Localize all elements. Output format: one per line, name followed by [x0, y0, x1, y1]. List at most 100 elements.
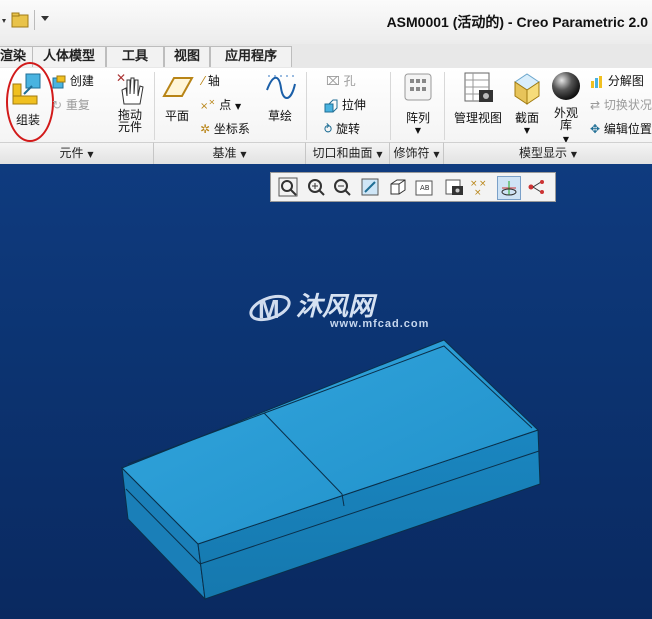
create-button[interactable]: 创建 — [52, 72, 94, 89]
point-dropdown-icon[interactable]: ▼ — [235, 102, 241, 111]
create-label: 创建 — [69, 74, 94, 88]
group-dropdown-icon: ▼ — [570, 150, 577, 159]
assembly-model[interactable] — [0, 164, 652, 619]
plane-icon — [162, 77, 194, 97]
title-bar: ASM0001 (活动的) - Creo Parametric 2.0 — [0, 0, 652, 45]
hole-icon: ⌧ — [326, 74, 340, 88]
repeat-button[interactable]: ↻ 重复 — [52, 96, 90, 113]
highlight-circle — [6, 62, 54, 142]
edit-position-label: 编辑位置 — [603, 122, 652, 136]
zoom-in-icon[interactable] — [305, 176, 327, 198]
pattern-button[interactable]: 阵列 ▼ — [398, 70, 438, 135]
revolve-button[interactable]: ⥁ 旋转 — [324, 120, 360, 137]
watermark-logo: M — [249, 294, 291, 324]
qa-separator — [34, 10, 35, 30]
separator — [306, 72, 307, 140]
tab-tools[interactable]: 工具 — [106, 46, 164, 67]
group-datum-label: 基准 — [212, 146, 237, 160]
saved-views-icon[interactable]: AB — [413, 176, 435, 198]
section-icon — [514, 73, 540, 105]
toggle-state-button[interactable]: ⇄ 切换状况 — [590, 96, 652, 113]
svg-text:×: × — [474, 188, 482, 198]
group-cut-label: 切口和曲面 — [312, 146, 373, 160]
section-button[interactable]: 截面 ▼ — [510, 70, 544, 135]
point-button[interactable]: ×× 点 ▼ — [200, 96, 241, 113]
exploded-view-icon — [591, 75, 602, 88]
group-component[interactable]: 元件 ▼ — [0, 142, 154, 164]
hole-label: 孔 — [343, 74, 356, 88]
pattern-label: 阵列 — [405, 111, 430, 125]
appearance-label: 外观 库 — [553, 106, 578, 132]
zoom-fit-icon[interactable] — [277, 176, 299, 198]
point-icon: ×× — [200, 96, 216, 112]
qa-dropdown-icon[interactable] — [40, 15, 50, 23]
revolve-icon: ⥁ — [324, 122, 333, 136]
toggle-state-icon: ⇄ — [590, 98, 601, 112]
drag-components-button[interactable]: ✕ 拖动 元件 — [108, 70, 152, 133]
manage-views-label: 管理视图 — [453, 111, 502, 125]
create-icon — [52, 75, 66, 88]
exploded-view-label: 分解图 — [607, 74, 644, 88]
svg-text:AB: AB — [420, 184, 430, 192]
edit-position-button[interactable]: ✥ 编辑位置 — [590, 120, 652, 137]
group-dropdown-icon: ▼ — [87, 150, 94, 159]
section-dropdown-icon[interactable]: ▼ — [510, 126, 544, 135]
view-manager-icon[interactable] — [443, 176, 465, 198]
repaint-icon[interactable] — [359, 176, 381, 198]
drag-label: 拖动 元件 — [117, 108, 142, 134]
view-manager-icon — [464, 72, 493, 102]
group-dropdown-icon: ▼ — [433, 150, 440, 159]
plane-button[interactable]: 平面 — [158, 70, 196, 124]
section-label: 截面 — [514, 111, 539, 125]
repeat-label: 重复 — [65, 98, 90, 112]
separator — [444, 72, 445, 140]
group-datum[interactable]: 基准 ▼ — [154, 142, 306, 164]
toggle-state-label: 切换状况 — [603, 98, 652, 112]
axis-label: 轴 — [207, 74, 220, 88]
csys-button[interactable]: ✲ 坐标系 — [200, 120, 250, 137]
edit-position-icon: ✥ — [590, 122, 601, 136]
group-modifiers[interactable]: 修饰符 ▼ — [390, 142, 444, 164]
appearance-gallery-button[interactable]: 外观 库 ▼ — [548, 70, 584, 145]
group-component-label: 元件 — [59, 146, 84, 160]
extrude-icon — [324, 99, 338, 112]
axis-icon: ⁄ — [202, 74, 205, 88]
plane-label: 平面 — [164, 109, 189, 123]
datum-display-icon[interactable]: × ×× — [469, 176, 491, 198]
sketch-label: 草绘 — [267, 109, 292, 123]
open-folder-icon[interactable] — [11, 12, 29, 28]
group-model-display[interactable]: 模型显示 ▼ — [444, 142, 652, 164]
csys-icon: ✲ — [200, 122, 211, 136]
tab-view[interactable]: 视图 — [164, 46, 210, 67]
manage-views-button[interactable]: 管理视图 — [450, 70, 506, 126]
spin-center-icon[interactable] — [497, 176, 521, 200]
view-toolbar: AB × × × — [270, 172, 556, 202]
extrude-label: 拉伸 — [341, 98, 366, 112]
repeat-icon: ↻ — [52, 98, 63, 112]
graphics-viewport[interactable] — [0, 164, 652, 619]
tab-applications[interactable]: 应用程序 — [210, 46, 292, 67]
display-style-icon[interactable] — [387, 176, 409, 198]
sketch-icon — [266, 75, 296, 99]
pattern-icon — [404, 73, 432, 101]
axis-button[interactable]: ⁄ 轴 — [202, 72, 220, 89]
group-display-label: 模型显示 — [519, 146, 568, 160]
hole-button[interactable]: ⌧ 孔 — [326, 72, 356, 89]
revolve-label: 旋转 — [336, 122, 361, 136]
svg-text:M: M — [258, 294, 280, 324]
annotation-display-icon[interactable] — [525, 176, 547, 198]
svg-text:✕: ✕ — [116, 71, 126, 85]
hand-icon: ✕ — [116, 71, 144, 105]
zoom-out-icon[interactable] — [331, 176, 353, 198]
exploded-view-button[interactable]: 分解图 — [590, 72, 644, 89]
group-cut-surface[interactable]: 切口和曲面 ▼ — [306, 142, 390, 164]
csys-label: 坐标系 — [213, 122, 250, 136]
point-label: 点 — [219, 98, 232, 112]
tab-manikin[interactable]: 人体模型 — [32, 46, 106, 67]
sketch-button[interactable]: 草绘 — [262, 70, 298, 124]
group-dropdown-icon: ▼ — [376, 150, 383, 159]
group-dropdown-icon: ▼ — [240, 150, 247, 159]
extrude-button[interactable]: 拉伸 — [324, 96, 366, 113]
pattern-dropdown-icon[interactable]: ▼ — [398, 126, 438, 135]
separator — [154, 72, 155, 140]
